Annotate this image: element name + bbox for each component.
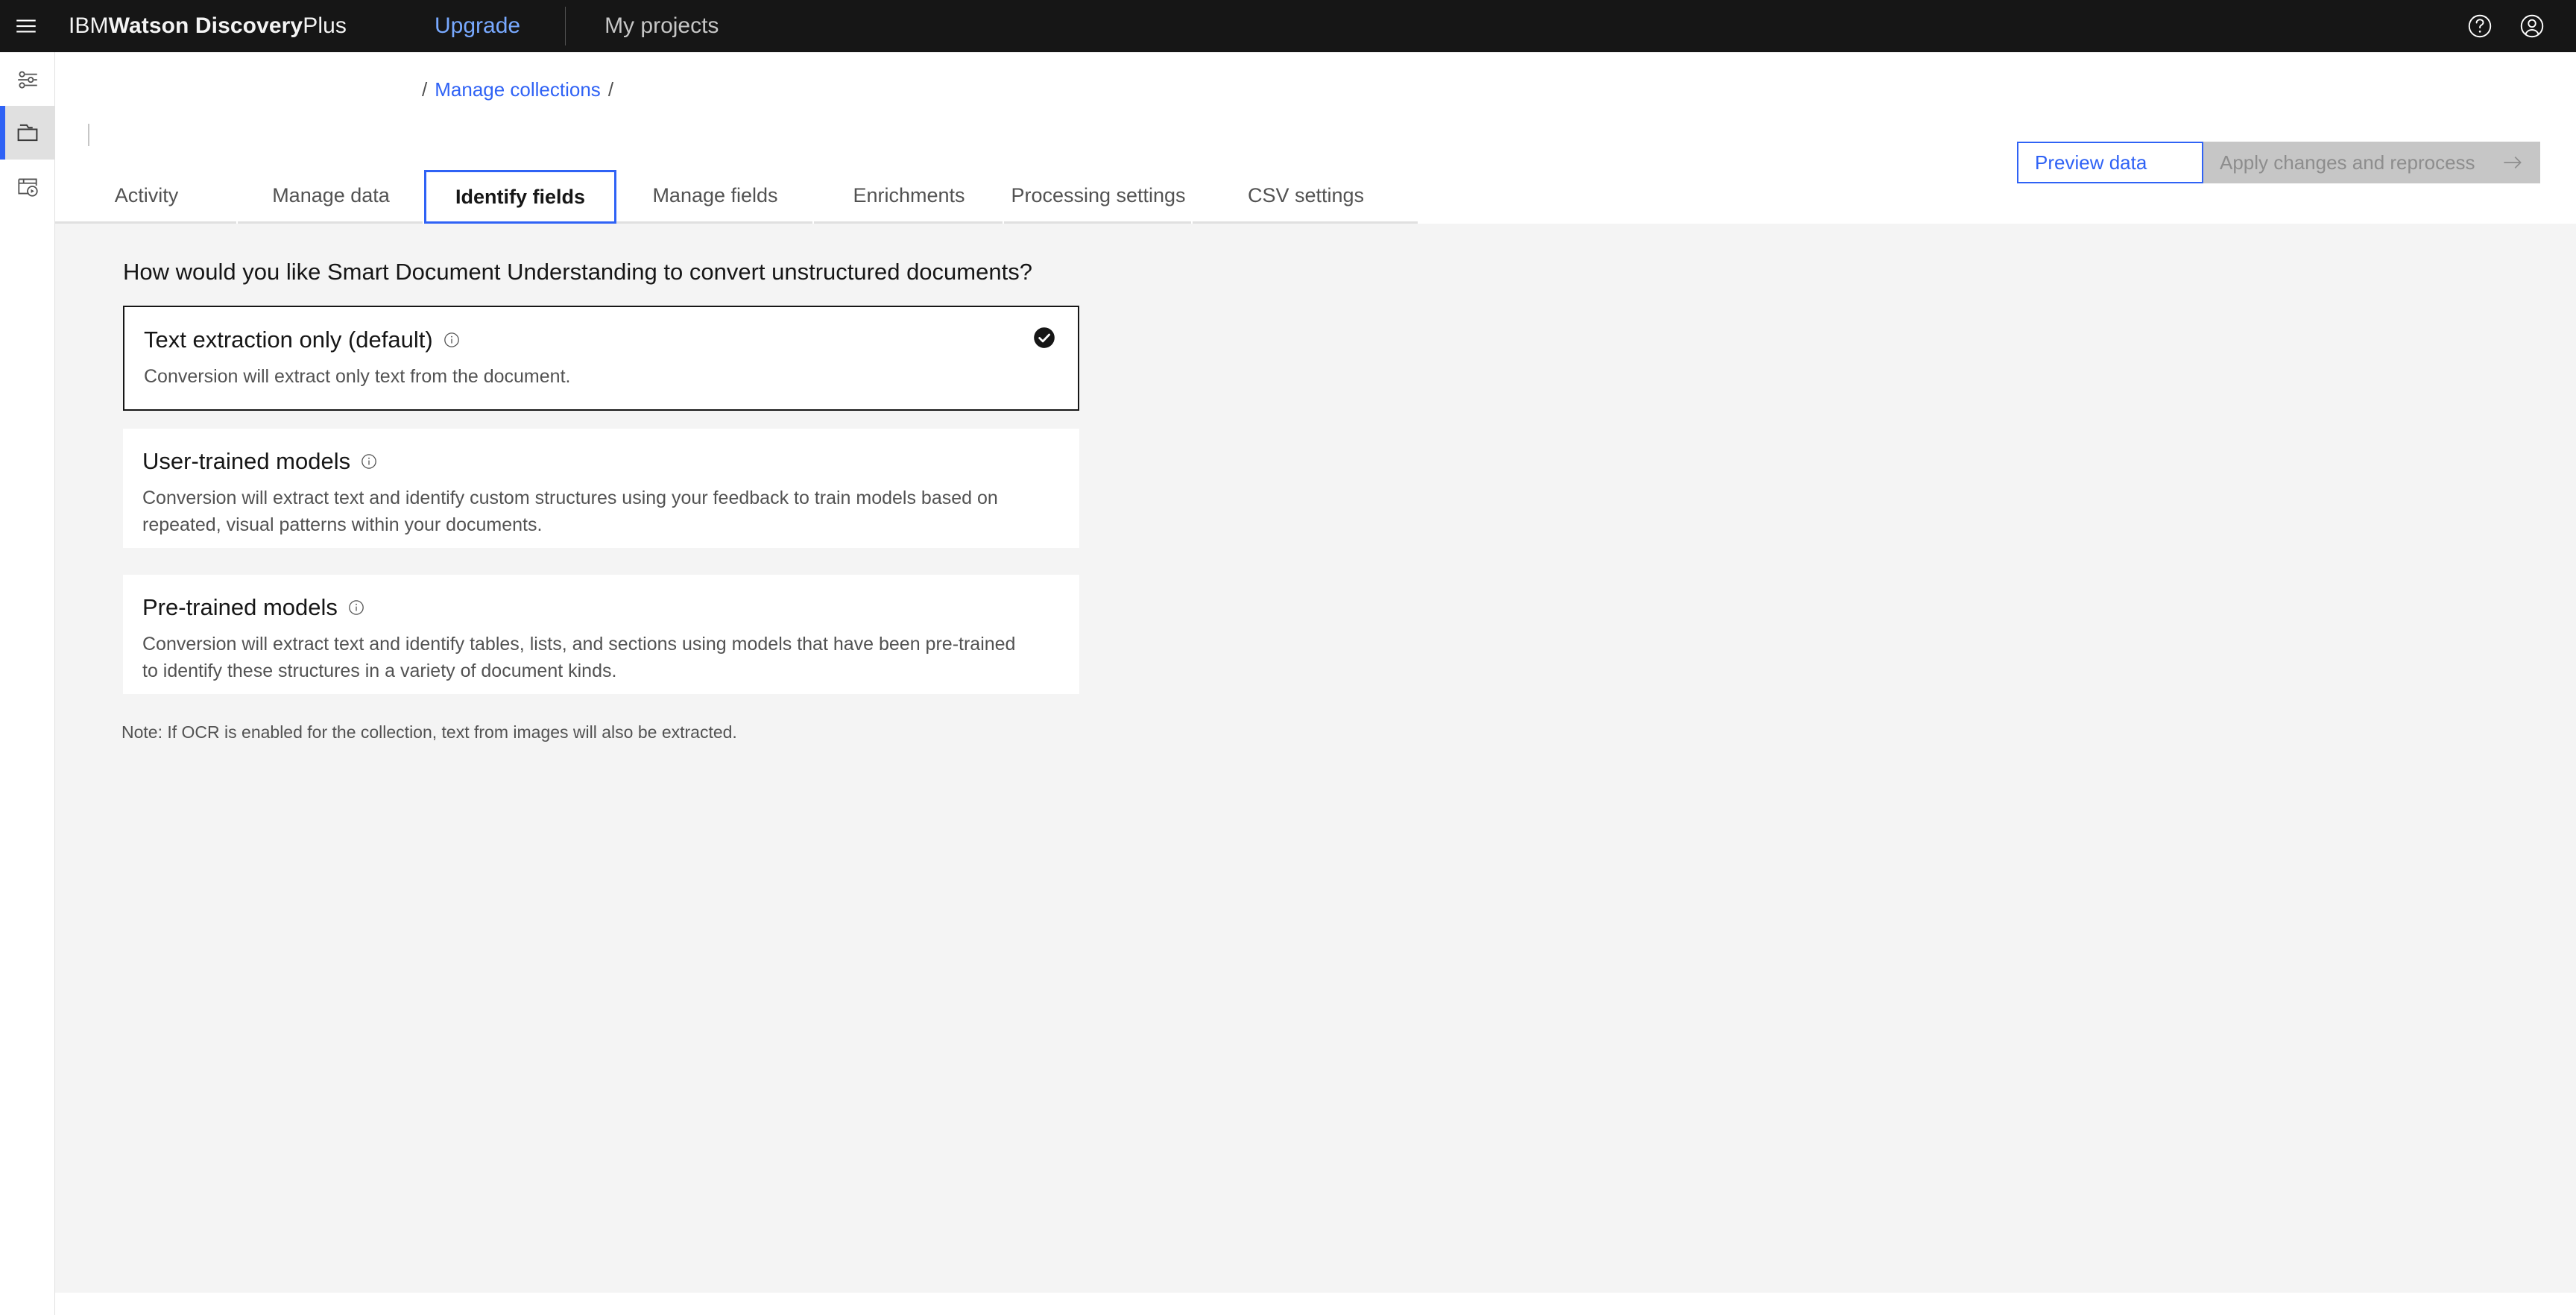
option-description: Conversion will extract text and identif… <box>142 634 1016 681</box>
apply-changes-button[interactable]: Apply changes and reprocess <box>2203 142 2540 183</box>
breadcrumb-separator-right: / <box>607 78 614 101</box>
sidebar-item-collections[interactable] <box>0 106 54 160</box>
sidebar-item-preview[interactable] <box>0 160 54 213</box>
apply-changes-label: Apply changes and reprocess <box>2220 151 2475 174</box>
option-description: Conversion will extract only text from t… <box>144 366 571 387</box>
product-brand[interactable]: IBM Watson Discovery Plus <box>69 13 347 39</box>
collection-tabs: Activity Manage data Identify fields Man… <box>55 170 1419 224</box>
tab-enrichments[interactable]: Enrichments <box>814 170 1004 224</box>
ocr-note: Note: If OCR is enabled for the collecti… <box>121 722 737 742</box>
breadcrumb-separator-left: / <box>422 78 428 101</box>
page-title: How would you like Smart Document Unders… <box>123 259 1032 285</box>
preview-data-button[interactable]: Preview data <box>2017 142 2203 183</box>
left-nav-rail <box>0 52 55 1315</box>
breadcrumb: / Manage collections / <box>55 67 2576 112</box>
tab-csv-settings[interactable]: CSV settings <box>1193 170 1419 224</box>
upgrade-link[interactable]: Upgrade <box>435 13 520 39</box>
checkmark-filled-icon <box>1032 325 1057 350</box>
my-projects-link[interactable]: My projects <box>604 13 719 39</box>
info-circle-icon[interactable] <box>443 332 460 348</box>
option-card-user-trained-models[interactable]: User-trained models Conversion will extr… <box>123 429 1079 548</box>
option-card-pre-trained-models[interactable]: Pre-trained models Conversion will extra… <box>123 575 1079 694</box>
global-header: IBM Watson Discovery Plus Upgrade My pro… <box>0 0 2576 52</box>
info-circle-icon[interactable] <box>361 453 377 470</box>
breadcrumb-link-manage-collections[interactable]: Manage collections <box>435 78 601 101</box>
sidebar-item-settings[interactable] <box>0 52 54 106</box>
option-description: Conversion will extract text and identif… <box>142 488 998 535</box>
page-bottom-strip <box>55 1293 2576 1315</box>
option-title: User-trained models <box>142 448 351 474</box>
option-title: Pre-trained models <box>142 594 338 620</box>
brand-plan: Plus <box>303 13 347 38</box>
hamburger-menu-icon[interactable] <box>0 0 52 52</box>
header-divider <box>565 7 566 45</box>
help-circle-icon[interactable] <box>2454 0 2506 52</box>
page-actions: Preview data Apply changes and reprocess <box>2017 142 2540 183</box>
option-title-row: Text extraction only (default) <box>144 327 1055 353</box>
tab-processing-settings[interactable]: Processing settings <box>1004 170 1193 224</box>
user-avatar-icon[interactable] <box>2506 0 2558 52</box>
option-title-row: User-trained models <box>142 448 1057 475</box>
tab-identify-fields[interactable]: Identify fields <box>424 170 616 224</box>
header-actions <box>2454 0 2576 52</box>
option-title-row: Pre-trained models <box>142 594 1057 621</box>
identify-fields-panel: How would you like Smart Document Unders… <box>55 224 2576 1293</box>
header-accent-tick <box>88 124 89 146</box>
tab-manage-fields[interactable]: Manage fields <box>616 170 814 224</box>
brand-prefix: IBM <box>69 13 109 38</box>
info-circle-icon[interactable] <box>348 599 364 616</box>
tab-manage-data[interactable]: Manage data <box>238 170 424 224</box>
brand-name: Watson Discovery <box>108 13 303 38</box>
option-title: Text extraction only (default) <box>144 327 433 353</box>
tab-activity[interactable]: Activity <box>55 170 238 224</box>
arrow-right-icon <box>2500 150 2525 175</box>
option-card-text-extraction[interactable]: Text extraction only (default) Conversio… <box>123 306 1079 411</box>
